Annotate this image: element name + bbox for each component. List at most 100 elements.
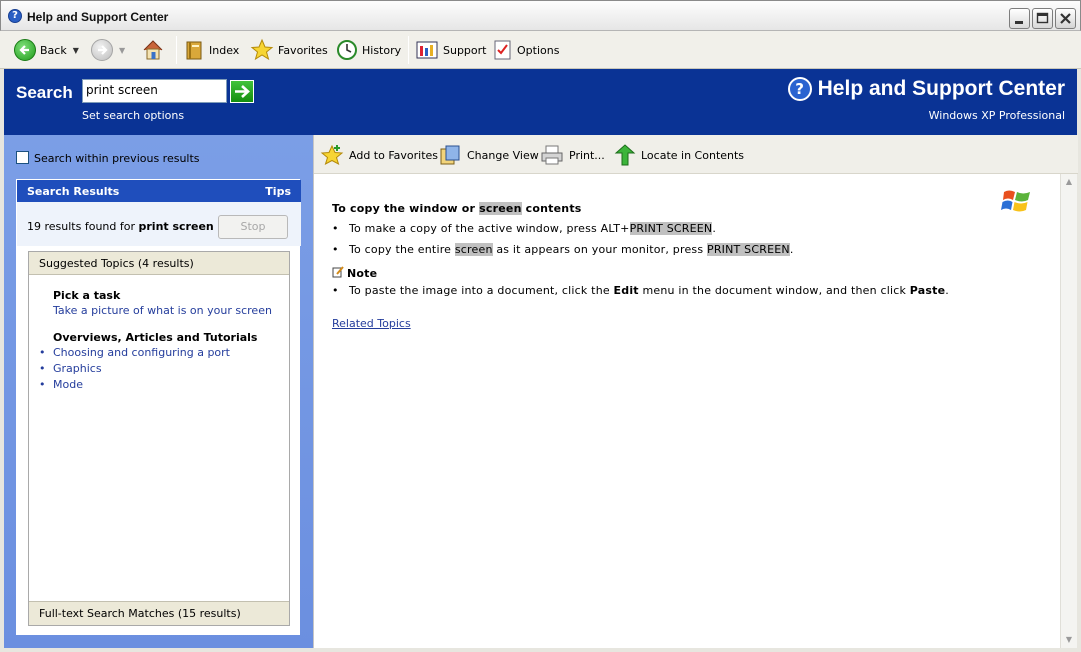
window-frame-right [1077, 31, 1081, 652]
favorites-label: Favorites [278, 43, 328, 57]
search-results-pane: Search within previous results Search Re… [4, 135, 313, 648]
home-button[interactable] [141, 37, 165, 63]
group-title-overviews: Overviews, Articles and Tutorials [53, 331, 258, 344]
back-dropdown-icon[interactable]: ▼ [73, 46, 79, 55]
back-button[interactable]: Back ▼ [14, 37, 79, 63]
search-results-title: Search Results [27, 185, 120, 198]
topic-link-choosing-port[interactable]: Choosing and configuring a port [53, 346, 230, 359]
search-within-label[interactable]: Search within previous results [34, 152, 200, 165]
windows-edition: Windows XP Professional [928, 109, 1065, 122]
back-label: Back [40, 43, 67, 57]
title-bar[interactable]: ? Help and Support Center [0, 0, 1081, 31]
change-view-label: Change View [467, 148, 539, 162]
history-button[interactable]: History [336, 37, 401, 63]
set-search-options-link[interactable]: Set search options [82, 109, 184, 122]
help-app-icon: ? [8, 9, 22, 23]
index-button[interactable]: Index [183, 37, 239, 63]
close-button[interactable] [1055, 8, 1076, 29]
close-icon [1060, 13, 1071, 24]
bullet: • [332, 222, 339, 235]
support-label: Support [443, 43, 487, 57]
toolbar-separator [408, 36, 409, 64]
add-to-favorites-button[interactable]: Add to Favorites [320, 143, 438, 167]
favorites-star-icon [250, 38, 274, 61]
back-arrow-icon [14, 39, 36, 61]
options-label: Options [517, 43, 560, 57]
search-go-button[interactable] [230, 80, 254, 103]
article-heading: To copy the window or screen contents [332, 202, 582, 215]
add-favorites-star-icon [320, 144, 344, 166]
support-icon [416, 41, 438, 59]
window-frame-bottom [0, 648, 1081, 652]
content-pane: Add to Favorites Change View Print... Lo… [313, 135, 1078, 648]
scroll-up-icon[interactable]: ▲ [1061, 174, 1077, 190]
app-title-text: Help and Support Center [817, 77, 1065, 100]
group-title-pick-a-task: Pick a task [53, 289, 121, 302]
windows-logo-icon [1001, 190, 1030, 212]
history-label: History [362, 43, 402, 57]
app-title: ? Help and Support Center [787, 77, 1065, 101]
help-question-icon: ? [787, 77, 812, 101]
fulltext-matches-header[interactable]: Full-text Search Matches (15 results) [29, 601, 289, 625]
locate-arrow-icon [614, 144, 636, 166]
minimize-button[interactable] [1009, 8, 1030, 29]
article-bullet-2: To copy the entire screen as it appears … [349, 243, 794, 256]
print-button[interactable]: Print... [540, 143, 605, 167]
search-input[interactable]: print screen [82, 79, 227, 103]
results-meta: 19 results found for print screen Stop [17, 202, 301, 246]
forward-arrow-icon [91, 39, 113, 61]
search-results-box: Search Results Tips 19 results found for… [16, 179, 301, 635]
bullet: • [39, 346, 46, 359]
favorites-button[interactable]: Favorites [250, 37, 328, 63]
options-checklist-icon [494, 40, 511, 60]
bullet: • [332, 284, 339, 297]
forward-dropdown-icon[interactable]: ▼ [119, 46, 125, 55]
minimize-icon [1015, 21, 1023, 24]
search-label: Search [16, 83, 73, 102]
history-clock-icon [337, 40, 357, 60]
results-count: 19 results found for print screen [27, 220, 214, 233]
printer-icon [541, 145, 563, 165]
search-within-checkbox[interactable] [16, 151, 29, 164]
home-icon [143, 40, 163, 60]
search-header: Search print screen Set search options ?… [4, 69, 1077, 135]
note-pencil-icon [332, 266, 344, 278]
tips-link[interactable]: Tips [265, 185, 291, 198]
index-label: Index [209, 43, 240, 57]
topic-link-graphics[interactable]: Graphics [53, 362, 102, 375]
note-label: Note [347, 267, 378, 280]
suggested-topics-list: Suggested Topics (4 results) Pick a task… [28, 251, 290, 626]
related-topics-link[interactable]: Related Topics [332, 317, 411, 330]
locate-in-contents-button[interactable]: Locate in Contents [612, 143, 744, 167]
vertical-scrollbar[interactable]: ▲ ▼ [1060, 174, 1077, 648]
window-title: Help and Support Center [27, 10, 169, 24]
options-button[interactable]: Options [493, 37, 559, 63]
search-results-header: Search Results Tips [17, 180, 301, 202]
print-label: Print... [569, 148, 605, 162]
bullet: • [39, 378, 46, 391]
topic-link-mode[interactable]: Mode [53, 378, 83, 391]
bullet: • [39, 362, 46, 375]
topic-link-take-picture[interactable]: Take a picture of what is on your screen [53, 304, 272, 317]
content-toolbar: Add to Favorites Change View Print... Lo… [314, 135, 1078, 174]
forward-button[interactable]: ▼ [91, 37, 125, 63]
stop-button[interactable]: Stop [218, 215, 288, 239]
results-query: print screen [138, 220, 214, 233]
scroll-down-icon[interactable]: ▼ [1061, 632, 1077, 648]
note-text: To paste the image into a document, clic… [349, 284, 949, 297]
main-toolbar: Back ▼ ▼ Index Favorites History Support… [0, 31, 1081, 69]
article-bullet-1: To make a copy of the active window, pre… [349, 222, 717, 235]
locate-in-contents-label: Locate in Contents [641, 148, 745, 162]
bullet: • [332, 243, 339, 256]
maximize-button[interactable] [1032, 8, 1053, 29]
support-button[interactable]: Support [415, 37, 486, 63]
maximize-icon [1036, 12, 1049, 24]
suggested-topics-header[interactable]: Suggested Topics (4 results) [29, 252, 289, 275]
change-view-icon [440, 145, 460, 165]
go-arrow-icon [235, 85, 250, 98]
add-to-favorites-label: Add to Favorites [349, 148, 439, 162]
change-view-button[interactable]: Change View [438, 143, 539, 167]
index-book-icon [186, 41, 202, 60]
toolbar-separator [176, 36, 177, 64]
article-content: To copy the window or screen contents • … [314, 174, 1061, 648]
